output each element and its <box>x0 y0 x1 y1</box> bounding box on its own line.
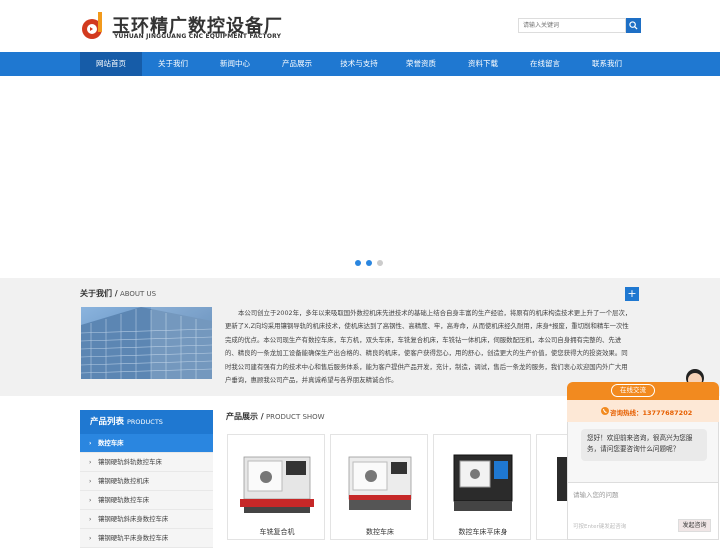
nav-item-news[interactable]: 新闻中心 <box>204 52 266 76</box>
product-name: 数控车床 <box>366 528 394 536</box>
chevron-right-icon: › <box>89 497 92 504</box>
product-card[interactable]: 数控车床平床身 <box>433 434 531 540</box>
sidebar-item-label: 镶钢硬轨斜床身数控车床 <box>98 515 169 523</box>
chat-hotline: 咨询热线：13777687202 <box>610 409 693 417</box>
about-title-cn: 关于我们 / <box>80 289 118 298</box>
nav-item-downloads[interactable]: 资料下载 <box>452 52 514 76</box>
products-title-cn: 产品展示 / <box>226 412 264 421</box>
main-nav: 网站首页 关于我们 新闻中心 产品展示 技术与支持 荣誉资质 资料下载 在线留言… <box>0 52 720 76</box>
about-image <box>81 307 212 379</box>
company-logo-icon[interactable] <box>81 10 105 42</box>
company-name-en: YUHUAN JINGGUANG CNC EQUIPMENT FACTORY <box>114 33 282 40</box>
product-image <box>453 454 513 511</box>
about-title-en: ABOUT US <box>117 290 157 298</box>
nav-item-honors[interactable]: 荣誉资质 <box>390 52 452 76</box>
nav-item-message[interactable]: 在线留言 <box>514 52 576 76</box>
about-more-button[interactable]: + <box>625 287 639 301</box>
product-card[interactable]: 车铣复合机 <box>227 434 325 540</box>
sidebar-title-en: PRODUCTS <box>126 418 163 426</box>
chat-hint: 可按Enter键发起咨询 <box>573 524 627 530</box>
search-input[interactable] <box>518 18 626 33</box>
nav-item-contact[interactable]: 联系我们 <box>576 52 638 76</box>
sidebar-item-slant-bed-lathe[interactable]: › 镶钢硬轨斜床身数控车床 <box>80 510 213 529</box>
chevron-right-icon: › <box>89 459 92 466</box>
chevron-right-icon: › <box>89 516 92 523</box>
sidebar-item-hard-rail-lathe[interactable]: › 镶钢硬轨数控车床 <box>80 491 213 510</box>
sidebar-item-flat-bed-lathe[interactable]: › 镶钢硬轨平床身数控车床 <box>80 529 213 548</box>
search-button[interactable] <box>626 18 641 33</box>
slider-dot-1[interactable] <box>355 260 361 266</box>
nav-item-home[interactable]: 网站首页 <box>80 52 142 76</box>
products-title: 产品展示 / PRODUCT SHOW <box>226 411 325 422</box>
chat-greeting: 您好！欢迎前来咨询，很高兴为您服务，请问您要咨询什么问题呢？ <box>581 429 707 461</box>
chevron-right-icon: › <box>89 535 92 542</box>
product-name: 数控车床平床身 <box>458 528 508 536</box>
sidebar-item-label: 数控车床 <box>98 439 124 447</box>
product-image <box>240 456 314 513</box>
sidebar-item-label: 镶钢硬轨数控车床 <box>98 496 150 504</box>
sidebar-item-hard-rail-machine[interactable]: › 镶钢硬轨数控机床 <box>80 472 213 491</box>
banner-slider[interactable] <box>0 76 720 276</box>
nav-item-about[interactable]: 关于我们 <box>142 52 204 76</box>
search-icon <box>629 21 638 30</box>
sidebar-title: 产品列表 PRODUCTS <box>80 410 213 434</box>
chat-input-placeholder: 请输入您的问题 <box>573 491 619 499</box>
sidebar-item-slant-lathe[interactable]: › 镶钢硬轨斜轨数控车床 <box>80 453 213 472</box>
chat-send-button[interactable]: 发起咨询 <box>678 519 711 532</box>
sidebar-item-label: 镶钢硬轨平床身数控车床 <box>98 534 169 542</box>
about-title: 关于我们 / ABOUT US <box>80 288 156 299</box>
product-card[interactable]: 数控车床 <box>330 434 428 540</box>
slider-dot-3[interactable] <box>377 260 383 266</box>
products-title-en: PRODUCT SHOW <box>263 413 325 421</box>
chevron-right-icon: › <box>89 478 92 485</box>
sidebar-title-cn: 产品列表 <box>90 417 125 427</box>
sidebar-item-label: 镶钢硬轨斜轨数控车床 <box>98 458 162 466</box>
sidebar-item-cnc-lathe[interactable]: › 数控车床 <box>80 434 213 453</box>
nav-item-products[interactable]: 产品展示 <box>266 52 328 76</box>
site-header: 玉环精广数控设备厂 YUHUAN JINGGUANG CNC EQUIPMENT… <box>0 0 720 52</box>
sidebar-item-label: 镶钢硬轨数控机床 <box>98 477 150 485</box>
product-name: 车铣复合机 <box>259 528 295 536</box>
phone-icon <box>601 407 609 415</box>
chat-widget: 在线交流 咨询热线：13777687202 您好！欢迎前来咨询，很高兴为您服务，… <box>567 366 719 540</box>
product-image <box>348 456 412 510</box>
chat-title[interactable]: 在线交流 <box>611 384 655 397</box>
slider-dot-2[interactable] <box>366 260 372 266</box>
chevron-right-icon: › <box>89 440 92 447</box>
nav-item-tech-support[interactable]: 技术与支持 <box>328 52 390 76</box>
